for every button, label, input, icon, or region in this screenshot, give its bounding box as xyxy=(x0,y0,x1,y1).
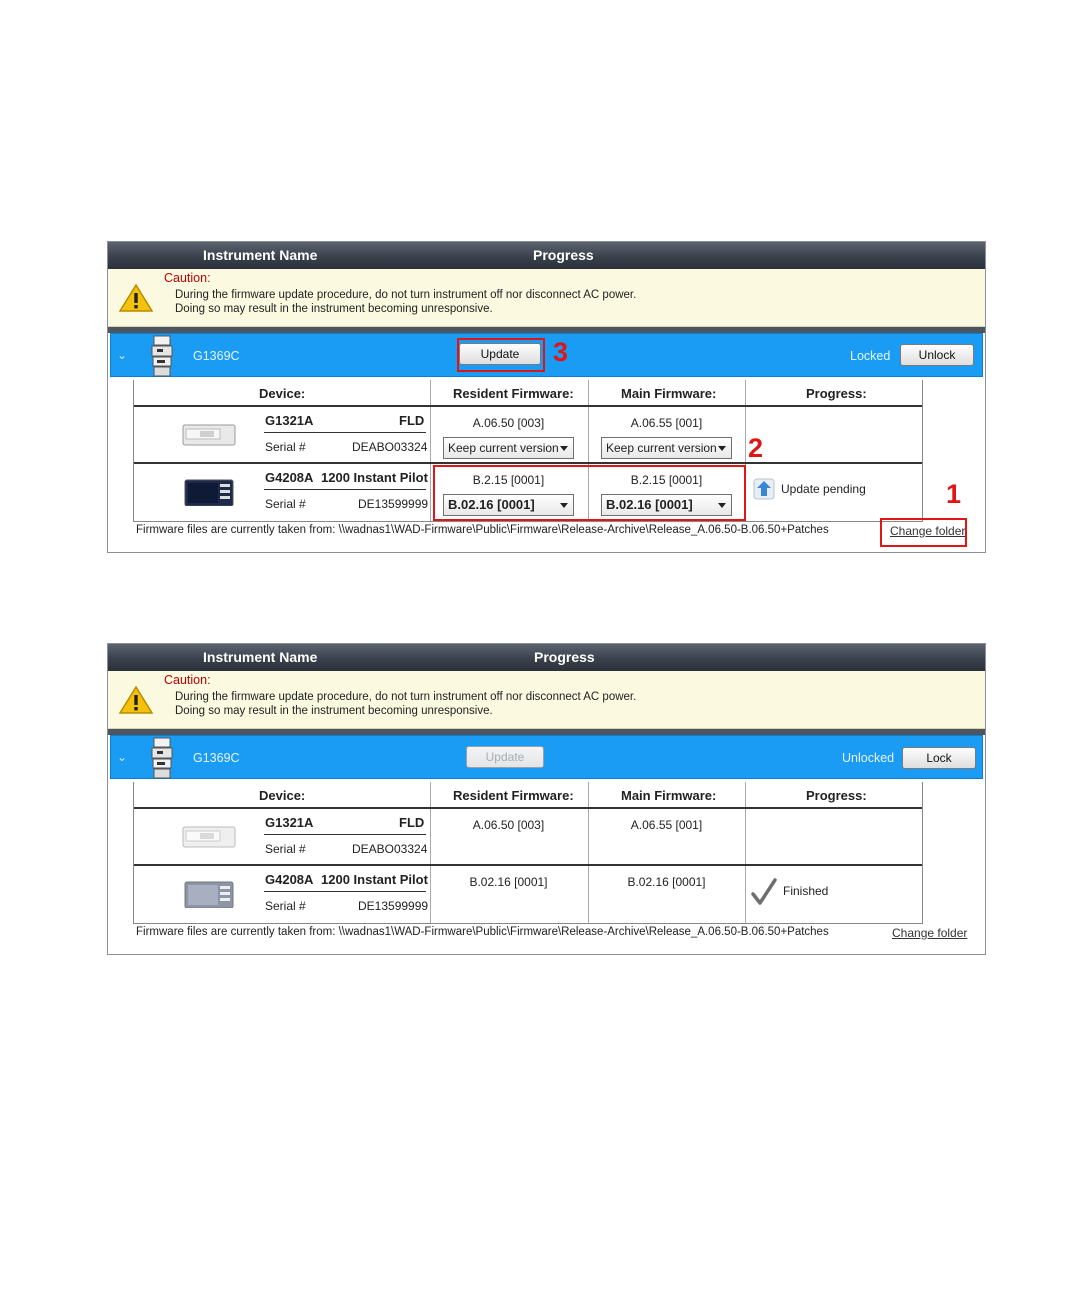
lock-button[interactable]: Lock xyxy=(902,747,976,769)
device-row-g1321a: G1321A FLD Serial # DEABO03324 A.06.50 [… xyxy=(134,809,922,866)
unlock-button[interactable]: Unlock xyxy=(900,344,974,366)
resident-firmware-header: Resident Firmware: xyxy=(453,788,574,803)
caution-line-2: Doing so may result in the instrument be… xyxy=(175,303,493,315)
checkmark-icon xyxy=(751,878,777,905)
device-model: G1321A xyxy=(265,413,314,428)
caution-title: Caution: xyxy=(164,271,211,285)
instant-pilot-icon xyxy=(184,479,234,506)
warning-icon xyxy=(119,685,153,714)
annotation-box-3 xyxy=(457,338,545,372)
lock-status: Unlocked xyxy=(842,751,895,765)
progress-status: Finished xyxy=(783,884,829,898)
device-model: G4208A xyxy=(265,872,314,887)
resident-firmware-version: A.06.50 [003] xyxy=(472,818,545,832)
instrument-row[interactable]: ⌄ G1369C Update Unlocked Lock xyxy=(110,735,983,779)
device-table: Device: Resident Firmware: Main Firmware… xyxy=(133,782,923,924)
progress-column: Progress xyxy=(533,247,594,263)
instrument-stack-icon xyxy=(151,737,173,779)
instrument-name-column: Instrument Name xyxy=(203,247,318,263)
table-header: Device: Resident Firmware: Main Firmware… xyxy=(134,380,922,407)
dropdown-arrow-icon xyxy=(718,446,726,451)
lock-status: Locked xyxy=(850,349,891,363)
instrument-name-column: Instrument Name xyxy=(203,649,318,665)
device-row-g1321a: G1321A FLD Serial # DEABO03324 A.06.50 [… xyxy=(134,407,922,464)
progress-header: Progress: xyxy=(806,386,867,401)
device-model: G1321A xyxy=(265,815,314,830)
firmware-update-panel-after: Instrument Name Progress Caution: During… xyxy=(107,643,986,955)
device-header: Device: xyxy=(259,386,306,401)
panel-header: Instrument Name Progress xyxy=(108,242,985,269)
caution-line-1: During the firmware update procedure, do… xyxy=(175,691,637,703)
annotation-box-2 xyxy=(433,465,746,521)
main-firmware-header: Main Firmware: xyxy=(621,386,717,401)
chevron-down-icon[interactable]: ⌄ xyxy=(117,348,127,362)
annotation-number-2: 2 xyxy=(748,433,764,463)
caution-line-1: During the firmware update procedure, do… xyxy=(175,289,637,301)
caution-line-2: Doing so may result in the instrument be… xyxy=(175,705,493,717)
instrument-name: G1369C xyxy=(193,751,240,765)
instrument-row[interactable]: ⌄ G1369C Update Locked Unlock xyxy=(110,333,983,377)
caution-banner: Caution: During the firmware update proc… xyxy=(108,671,985,729)
device-type: 1200 Instant Pilot xyxy=(321,872,428,887)
main-firmware-header: Main Firmware: xyxy=(621,788,717,803)
instrument-stack-icon xyxy=(151,335,173,377)
device-model: G4208A xyxy=(265,470,314,485)
select-value: Keep current version xyxy=(606,441,717,455)
serial-label: Serial # xyxy=(265,899,306,913)
resident-firmware-version: B.02.16 [0001] xyxy=(469,875,548,889)
serial-label: Serial # xyxy=(265,842,306,856)
chevron-down-icon[interactable]: ⌄ xyxy=(117,750,127,764)
update-button[interactable]: Update xyxy=(466,746,544,768)
annotation-number-1: 1 xyxy=(946,479,962,509)
annotation-number-3: 3 xyxy=(553,337,569,367)
select-value: Keep current version xyxy=(448,441,559,455)
serial-value: DEABO03324 xyxy=(352,842,428,856)
progress-status: Update pending xyxy=(781,482,866,496)
update-pending-icon xyxy=(753,478,775,500)
device-row-g4208a: G4208A 1200 Instant Pilot Serial # DE135… xyxy=(134,866,922,923)
instrument-name: G1369C xyxy=(193,349,240,363)
main-firmware-version: A.06.55 [001] xyxy=(630,416,703,430)
device-type: FLD xyxy=(399,413,425,428)
serial-label: Serial # xyxy=(265,440,306,454)
panel-header: Instrument Name Progress xyxy=(108,644,985,671)
caution-title: Caution: xyxy=(164,673,211,687)
device-header: Device: xyxy=(259,788,306,803)
main-firmware-select[interactable]: Keep current version xyxy=(601,437,732,459)
caution-banner: Caution: During the firmware update proc… xyxy=(108,269,985,327)
resident-firmware-version: A.06.50 [003] xyxy=(472,416,545,430)
annotation-box-1 xyxy=(880,518,967,547)
serial-value: DEABO03324 xyxy=(352,440,428,454)
instant-pilot-icon xyxy=(184,881,234,908)
serial-value: DE13599999 xyxy=(358,497,429,511)
change-folder-link[interactable]: Change folder xyxy=(892,926,967,940)
serial-label: Serial # xyxy=(265,497,306,511)
device-type: 1200 Instant Pilot xyxy=(321,470,428,485)
fld-device-icon xyxy=(182,826,236,848)
serial-value: DE13599999 xyxy=(358,899,429,913)
resident-firmware-header: Resident Firmware: xyxy=(453,386,574,401)
firmware-path: Firmware files are currently taken from:… xyxy=(136,926,829,938)
dropdown-arrow-icon xyxy=(560,446,568,451)
progress-header: Progress: xyxy=(806,788,867,803)
fld-device-icon xyxy=(182,424,236,446)
progress-column: Progress xyxy=(534,649,595,665)
main-firmware-version: B.02.16 [0001] xyxy=(627,875,706,889)
main-firmware-version: A.06.55 [001] xyxy=(630,818,703,832)
warning-icon xyxy=(119,283,153,312)
resident-firmware-select[interactable]: Keep current version xyxy=(443,437,574,459)
table-header: Device: Resident Firmware: Main Firmware… xyxy=(134,782,922,809)
firmware-path: Firmware files are currently taken from:… xyxy=(136,524,829,536)
device-type: FLD xyxy=(399,815,425,830)
